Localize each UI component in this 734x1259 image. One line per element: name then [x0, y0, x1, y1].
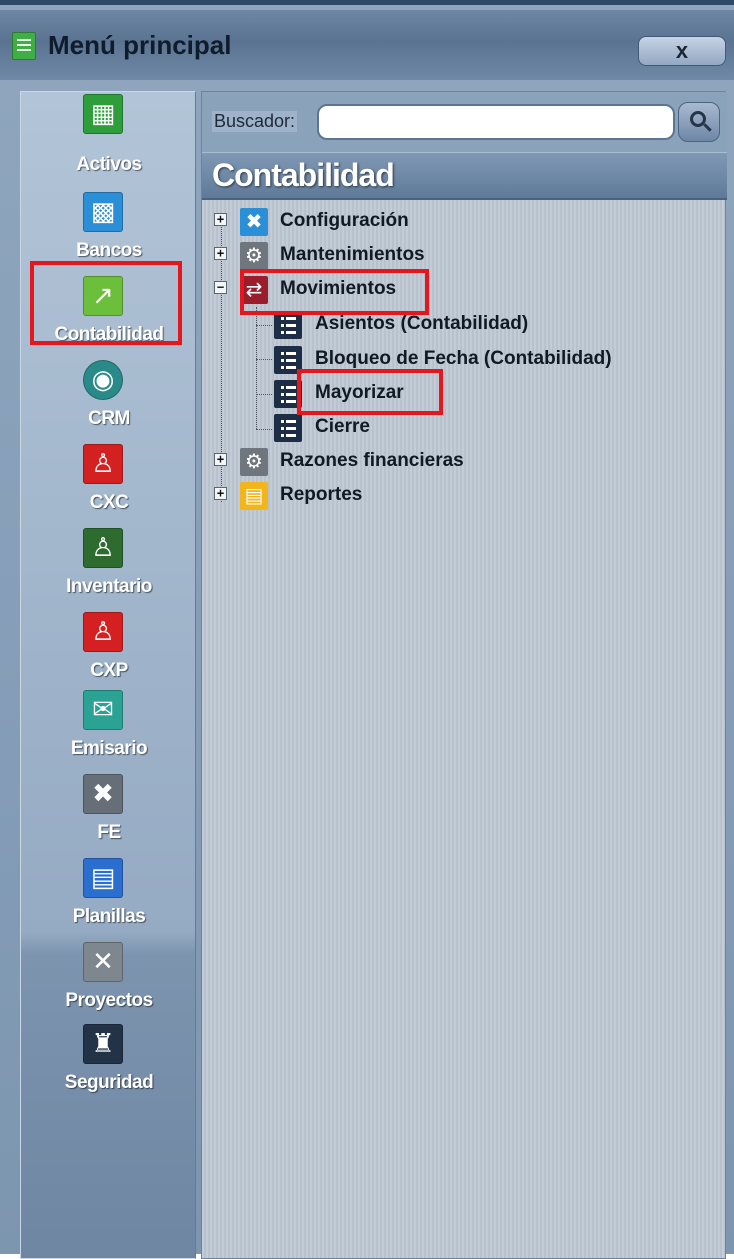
- sidebar-item-label: FE: [97, 822, 121, 843]
- sidebar-item-proyectos[interactable]: ✕ Proyectos: [21, 942, 197, 1022]
- envelope-icon: ✉: [83, 690, 123, 730]
- list-icon: [274, 380, 302, 408]
- tree-node-label: Mantenimientos: [280, 244, 425, 265]
- tree-node-mantenimientos[interactable]: + ⚙ Mantenimientos: [202, 238, 727, 272]
- tree-node-label: Asientos (Contabilidad): [315, 313, 529, 334]
- sidebar-item-fe[interactable]: ✖ FE: [21, 774, 197, 854]
- tree-node-bloqueo-fecha[interactable]: Bloqueo de Fecha (Contabilidad): [202, 342, 727, 376]
- content-panel: Buscador: Contabilidad + ✖ Configuración…: [201, 91, 727, 1259]
- expand-icon[interactable]: +: [214, 453, 227, 466]
- castle-icon: ♜: [83, 1024, 123, 1064]
- tree-node-cierre[interactable]: Cierre: [202, 410, 727, 444]
- sidebar-item-cxc[interactable]: ♙ CXC: [21, 444, 197, 524]
- sidebar-item-label: Inventario: [66, 576, 152, 597]
- sidebar-item-label: Emisario: [70, 738, 148, 759]
- sidebar-item-seguridad[interactable]: ♜ Seguridad: [21, 1024, 197, 1104]
- gear-icon: ⚙: [240, 242, 268, 270]
- close-button[interactable]: x: [638, 36, 726, 66]
- tree-node-mayorizar[interactable]: Mayorizar: [202, 376, 727, 410]
- tree-node-label: Razones financieras: [280, 450, 464, 471]
- tools-icon: ✖: [240, 208, 268, 236]
- sidebar-item-planillas[interactable]: ▤ Planillas: [21, 858, 197, 938]
- expand-icon[interactable]: +: [214, 213, 227, 226]
- sidebar-item-label: Activos: [76, 154, 142, 175]
- list-icon: [274, 346, 302, 374]
- document-icon: ▤: [83, 858, 123, 898]
- sidebar-item-cxp[interactable]: ♙ CXP: [21, 612, 197, 692]
- menu-icon: [12, 32, 36, 60]
- sidebar-item-label: CXC: [89, 492, 129, 513]
- search-button[interactable]: [678, 102, 720, 142]
- globe-icon: ◉: [83, 360, 123, 400]
- briefcase-icon: ▩: [83, 192, 123, 232]
- sidebar-item-crm[interactable]: ◉ CRM: [21, 360, 197, 440]
- tree-node-label: Movimientos: [280, 278, 397, 299]
- search-input[interactable]: [317, 104, 675, 140]
- person-coins-icon: ♙: [83, 612, 123, 652]
- report-icon: ▤: [240, 482, 268, 510]
- tree-node-label: Mayorizar: [315, 382, 404, 403]
- tree-node-label: Reportes: [280, 484, 363, 505]
- sidebar-item-activos[interactable]: ▦ Activos: [21, 94, 197, 175]
- tree-node-asientos[interactable]: Asientos (Contabilidad): [202, 307, 727, 341]
- search-bar: Buscador:: [202, 92, 727, 152]
- list-icon: [274, 311, 302, 339]
- trend-chart-icon: ↗: [83, 276, 123, 316]
- tree-node-razones-financieras[interactable]: + ⚙ Razones financieras: [202, 444, 727, 478]
- gear-icon: ⚙: [240, 448, 268, 476]
- sidebar-item-label: CXP: [90, 660, 128, 681]
- tree-node-movimientos[interactable]: − ⇄ Movimientos: [202, 272, 727, 306]
- sidebar-item-label: Seguridad: [64, 1072, 154, 1093]
- collapse-icon[interactable]: −: [214, 281, 227, 294]
- main-menu-window: Menú principal x ▦ Activos ▩ Bancos ↗ Co…: [0, 0, 734, 1259]
- sidebar-item-label: Bancos: [76, 240, 142, 261]
- sidebar-item-label: CRM: [88, 408, 130, 429]
- sidebar-item-label: Planillas: [72, 906, 146, 927]
- section-header: Contabilidad: [202, 152, 727, 200]
- tree-node-configuracion[interactable]: + ✖ Configuración: [202, 204, 727, 238]
- tools-icon: ✖: [83, 774, 123, 814]
- search-label: Buscador:: [212, 111, 298, 132]
- title-bar: Menú principal x: [0, 10, 734, 80]
- sidebar-item-contabilidad[interactable]: ↗ Contabilidad: [21, 276, 197, 356]
- section-title: Contabilidad: [212, 157, 395, 193]
- tree-node-label: Cierre: [315, 416, 370, 437]
- sidebar-item-label: Proyectos: [65, 990, 153, 1011]
- tree-node-label: Configuración: [280, 210, 409, 231]
- module-sidebar: ▦ Activos ▩ Bancos ↗ Contabilidad ◉ CRM …: [20, 91, 196, 1259]
- sidebar-item-label: Contabilidad: [54, 324, 164, 345]
- expand-icon[interactable]: +: [214, 247, 227, 260]
- cash-register-icon: ▦: [83, 94, 123, 134]
- sidebar-item-inventario[interactable]: ♙ Inventario: [21, 528, 197, 608]
- pencil-ruler-icon: ✕: [83, 942, 123, 982]
- sidebar-item-emisario[interactable]: ✉ Emisario: [21, 690, 197, 770]
- sidebar-item-bancos[interactable]: ▩ Bancos: [21, 192, 197, 272]
- list-icon: [274, 414, 302, 442]
- tree-node-reportes[interactable]: + ▤ Reportes: [202, 478, 727, 512]
- shuffle-icon: ⇄: [240, 276, 268, 304]
- tree-node-label: Bloqueo de Fecha (Contabilidad): [315, 348, 612, 369]
- expand-icon[interactable]: +: [214, 487, 227, 500]
- person-bag-icon: ♙: [83, 444, 123, 484]
- window-title: Menú principal: [48, 30, 232, 60]
- person-box-icon: ♙: [83, 528, 123, 568]
